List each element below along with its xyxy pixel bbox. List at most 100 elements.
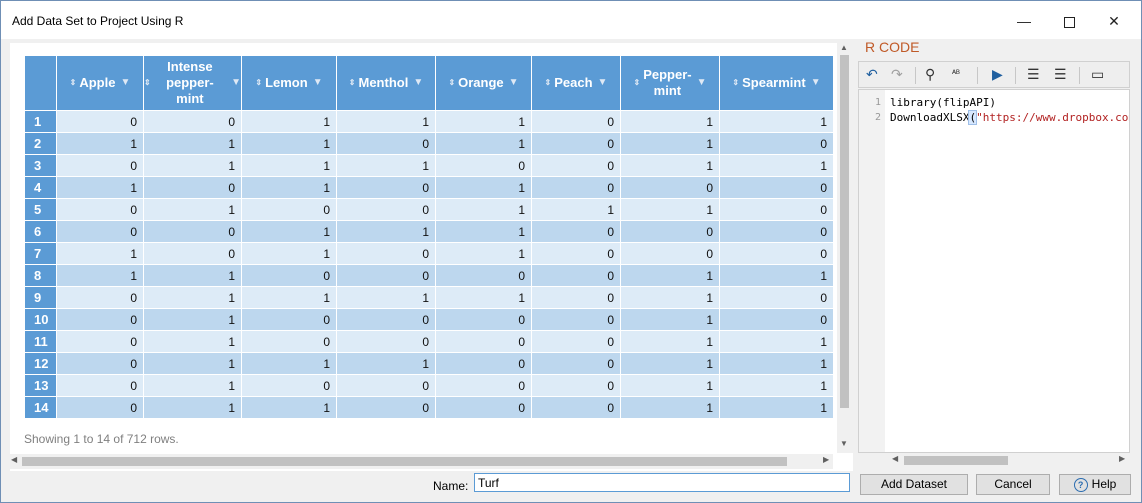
sort-icon[interactable]: ⇕ bbox=[70, 75, 77, 91]
scrollbar-thumb[interactable] bbox=[22, 457, 787, 466]
minimize-button[interactable]: — bbox=[1001, 7, 1047, 35]
table-cell: 0 bbox=[620, 176, 720, 199]
indent-icon[interactable]: ☰ bbox=[1027, 66, 1040, 83]
scrollbar-thumb[interactable] bbox=[904, 456, 1008, 465]
sort-icon[interactable]: ⇕ bbox=[633, 75, 640, 91]
column-header[interactable]: ⇕ Lemon ▼ bbox=[241, 55, 337, 111]
table-cell: 0 bbox=[719, 242, 834, 265]
scroll-down-icon[interactable]: ▼ bbox=[840, 439, 848, 448]
comment-icon[interactable]: ▭ bbox=[1091, 66, 1104, 83]
column-header[interactable]: ⇕ Apple ▼ bbox=[56, 55, 144, 111]
filter-icon[interactable]: ▼ bbox=[811, 75, 821, 91]
help-button[interactable]: ? Help bbox=[1059, 474, 1131, 495]
table-cell: 1 bbox=[143, 330, 242, 353]
table-cell: 0 bbox=[56, 374, 144, 397]
scrollbar-thumb[interactable] bbox=[840, 55, 849, 408]
scroll-right-icon[interactable]: ▶ bbox=[823, 455, 829, 464]
table-cell: 1 bbox=[241, 242, 337, 265]
filter-icon[interactable]: ▼ bbox=[231, 75, 241, 91]
table-cell: 1 bbox=[435, 220, 532, 243]
line-number: 1 bbox=[875, 97, 882, 108]
table-row: 301110011 bbox=[24, 154, 834, 177]
column-header[interactable]: ⇕ Spearmint ▼ bbox=[719, 55, 834, 111]
table-cell: 1 bbox=[336, 220, 436, 243]
filter-icon[interactable]: ▼ bbox=[120, 75, 130, 91]
find-icon[interactable]: ⚲ bbox=[925, 66, 935, 83]
table-cell: 0 bbox=[719, 286, 834, 309]
table-cell: 1 bbox=[620, 374, 720, 397]
table-cell: 1 bbox=[719, 330, 834, 353]
filter-icon[interactable]: ▼ bbox=[598, 75, 608, 91]
table-cell: 0 bbox=[719, 220, 834, 243]
sort-icon[interactable]: ⇕ bbox=[144, 75, 151, 91]
table-cell: 1 bbox=[241, 396, 337, 419]
table-cell: 1 bbox=[143, 286, 242, 309]
column-header[interactable]: ⇕ Orange ▼ bbox=[435, 55, 532, 111]
table-cell: 1 bbox=[620, 154, 720, 177]
table-cell: 0 bbox=[56, 198, 144, 221]
table-cell: 1 bbox=[435, 198, 532, 221]
sort-icon[interactable]: ⇕ bbox=[545, 75, 552, 91]
table-cell: 1 bbox=[143, 198, 242, 221]
column-header[interactable]: ⇕ Menthol ▼ bbox=[336, 55, 436, 111]
code-text: DownloadXLSX bbox=[890, 111, 970, 124]
column-header-label: Orange bbox=[458, 75, 504, 90]
redo-icon[interactable]: ↷ bbox=[891, 66, 903, 83]
sort-icon[interactable]: ⇕ bbox=[255, 75, 262, 91]
table-cell: 0 bbox=[719, 308, 834, 331]
grid-horizontal-scrollbar[interactable]: ◀ ▶ bbox=[10, 454, 833, 469]
rcode-editor[interactable]: 1 2 library(flipAPI) DownloadXLSX("https… bbox=[858, 89, 1130, 453]
table-cell: 1 bbox=[719, 396, 834, 419]
column-header-label: Lemon bbox=[265, 75, 308, 90]
table-cell: 0 bbox=[531, 308, 621, 331]
dataset-name-input[interactable] bbox=[474, 473, 850, 492]
table-cell: 0 bbox=[620, 220, 720, 243]
code-horizontal-scrollbar[interactable]: ◀ ▶ bbox=[890, 453, 1130, 467]
sort-icon[interactable]: ⇕ bbox=[732, 75, 739, 91]
table-row: 13 0 1 0 0 0 0 1 1 bbox=[24, 374, 834, 397]
close-button[interactable]: ✕ bbox=[1091, 7, 1137, 35]
sort-icon[interactable]: ⇕ bbox=[448, 75, 455, 91]
column-header[interactable]: ⇕ Peach ▼ bbox=[531, 55, 621, 111]
filter-icon[interactable]: ▼ bbox=[509, 75, 519, 91]
table-row: 10 0 1 0 0 0 0 1 0 bbox=[24, 308, 834, 331]
table-cell: 0 bbox=[336, 176, 436, 199]
scroll-left-icon[interactable]: ◀ bbox=[892, 454, 898, 463]
scroll-up-icon[interactable]: ▲ bbox=[840, 43, 848, 52]
scroll-right-icon[interactable]: ▶ bbox=[1119, 454, 1125, 463]
table-cell: 0 bbox=[719, 176, 834, 199]
column-header[interactable]: ⇕ Intense pepper- mint ▼ bbox=[143, 55, 242, 111]
table-cell: 1 bbox=[620, 308, 720, 331]
add-dataset-button[interactable]: Add Dataset bbox=[860, 474, 968, 495]
code-area[interactable]: library(flipAPI) DownloadXLSX("https://w… bbox=[885, 90, 1129, 452]
column-header-label: Intense pepper- mint bbox=[166, 59, 214, 106]
undo-icon[interactable]: ↶ bbox=[866, 66, 878, 83]
table-cell: 1 bbox=[241, 154, 337, 177]
code-toolbar: ↶ ↷ ⚲ ᴬᴮ ▶ ☰ ☰ ▭ bbox=[858, 61, 1130, 88]
table-cell: 0 bbox=[241, 330, 337, 353]
sort-icon[interactable]: ⇕ bbox=[349, 75, 356, 91]
table-cell: 0 bbox=[56, 308, 144, 331]
table-cell: 1 bbox=[620, 198, 720, 221]
data-table: ⇕ Apple ▼ ⇕ Intense pepper- mint ▼ ⇕ Lemon ▼ ⇕… bbox=[24, 55, 834, 419]
run-icon[interactable]: ▶ bbox=[992, 66, 1003, 83]
filter-icon[interactable]: ▼ bbox=[413, 75, 423, 91]
table-cell: 0 bbox=[336, 242, 436, 265]
outdent-icon[interactable]: ☰ bbox=[1054, 66, 1067, 83]
cancel-button[interactable]: Cancel bbox=[976, 474, 1050, 495]
table-cell: 0 bbox=[143, 220, 242, 243]
table-cell: 0 bbox=[531, 396, 621, 419]
maximize-button[interactable] bbox=[1046, 7, 1092, 35]
scroll-left-icon[interactable]: ◀ bbox=[11, 455, 17, 464]
table-cell: 1 bbox=[435, 176, 532, 199]
table-body: 1001110112111010103011100114101010005010… bbox=[24, 110, 834, 419]
table-cell: 0 bbox=[241, 374, 337, 397]
filter-icon[interactable]: ▼ bbox=[313, 75, 323, 91]
grid-vertical-scrollbar[interactable]: ▲ ▼ bbox=[837, 43, 853, 453]
column-header[interactable]: ⇕ Pepper- mint ▼ bbox=[620, 55, 720, 111]
table-cell: 0 bbox=[56, 352, 144, 375]
row-number: 13 bbox=[24, 374, 57, 397]
row-number: 5 bbox=[24, 198, 57, 221]
filter-icon[interactable]: ▼ bbox=[697, 75, 707, 91]
replace-icon[interactable]: ᴬᴮ bbox=[952, 68, 960, 78]
